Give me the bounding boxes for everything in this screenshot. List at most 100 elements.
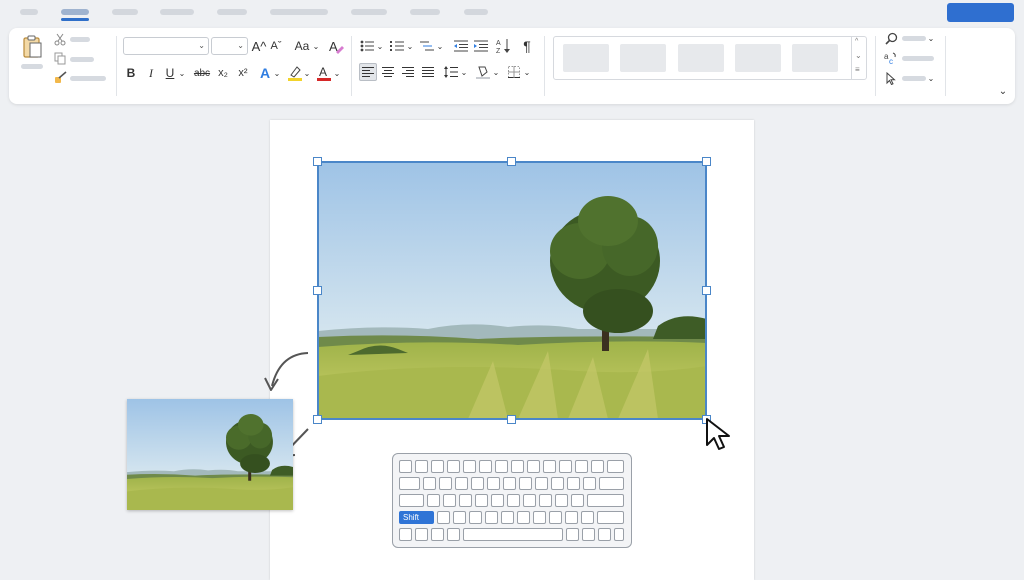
copy-icon[interactable] — [53, 51, 67, 65]
resize-handle-top-right[interactable] — [702, 157, 711, 166]
chevron-down-icon[interactable]: ⌄ — [855, 51, 862, 60]
chevron-down-icon[interactable]: ⌄ — [333, 64, 341, 82]
shrink-font-button[interactable]: Aˇ — [268, 37, 284, 55]
scissors-icon[interactable] — [53, 32, 67, 46]
gallery-more-icon[interactable]: ≡ — [855, 65, 860, 74]
superscript-button[interactable]: x² — [235, 64, 251, 82]
ribbon: ⌄ ⌄ A^ Aˇ Aa ⌄ A B I U ⌄ abc x₂ x² A ⌄ ⌄… — [9, 28, 1015, 104]
spacebar-key — [463, 528, 563, 541]
chevron-down-icon[interactable]: ⌄ — [178, 64, 186, 82]
font-size-combo[interactable]: ⌄ — [211, 37, 248, 55]
resize-handle-top[interactable] — [507, 157, 516, 166]
keyboard-key — [533, 511, 546, 524]
paintbrush-icon[interactable] — [53, 70, 67, 84]
chevron-down-icon[interactable]: ⌄ — [273, 64, 281, 82]
group-separator — [351, 36, 352, 96]
chevron-down-icon[interactable]: ⌄ — [927, 72, 935, 84]
keyboard-key — [423, 477, 436, 490]
keyboard-key — [455, 477, 468, 490]
chevron-up-icon[interactable]: ^ — [855, 38, 858, 45]
bullets-icon[interactable] — [359, 37, 375, 55]
tab-design[interactable] — [217, 9, 247, 15]
chevron-down-icon[interactable]: ⌄ — [997, 84, 1009, 98]
resize-handle-top-left[interactable] — [313, 157, 322, 166]
strikethrough-button[interactable]: abc — [192, 64, 212, 82]
italic-button[interactable]: I — [144, 64, 158, 82]
chevron-down-icon[interactable]: ⌄ — [312, 37, 320, 55]
change-case-button[interactable]: Aa — [292, 37, 312, 55]
keyboard-key — [549, 511, 562, 524]
tab-view[interactable] — [464, 9, 488, 15]
resize-handle-right[interactable] — [702, 286, 711, 295]
borders-icon[interactable] — [506, 63, 522, 81]
style-normal[interactable] — [563, 44, 609, 72]
chevron-down-icon[interactable]: ⌄ — [460, 63, 468, 81]
underline-button[interactable]: U — [163, 64, 177, 82]
chevron-down-icon[interactable]: ⌄ — [303, 64, 311, 82]
chevron-down-icon[interactable]: ⌄ — [492, 63, 500, 81]
chevron-down-icon[interactable]: ⌄ — [436, 37, 444, 55]
magnifier-icon[interactable] — [884, 31, 898, 45]
align-center-icon[interactable] — [380, 63, 396, 81]
keyboard-key — [479, 460, 492, 473]
keyboard-key — [583, 477, 596, 490]
svg-text:c: c — [889, 57, 893, 65]
share-button[interactable] — [947, 3, 1014, 22]
text-effects-button[interactable]: A — [257, 64, 273, 82]
chevron-down-icon[interactable]: ⌄ — [523, 63, 531, 81]
shading-icon[interactable] — [475, 63, 491, 81]
keyboard-key — [447, 460, 460, 473]
tab-layout[interactable] — [270, 9, 328, 15]
resize-handle-bottom-left[interactable] — [313, 415, 322, 424]
numbering-icon[interactable] — [389, 37, 405, 55]
decrease-indent-icon[interactable] — [453, 37, 469, 55]
style-title[interactable] — [792, 44, 838, 72]
keyboard-key — [485, 511, 498, 524]
keyboard-key — [495, 460, 508, 473]
selection-frame — [317, 161, 707, 420]
keyboard-key — [582, 528, 595, 541]
keyboard-key — [519, 477, 532, 490]
chevron-down-icon[interactable]: ⌄ — [927, 32, 935, 44]
line-spacing-icon[interactable] — [443, 63, 459, 81]
resize-handle-bottom[interactable] — [507, 415, 516, 424]
grow-font-button[interactable]: A^ — [251, 37, 267, 55]
highlighter-icon[interactable] — [287, 64, 303, 82]
style-heading-1[interactable] — [678, 44, 724, 72]
styles-gallery-scroll[interactable]: ^ ⌄ ≡ — [851, 37, 866, 79]
font-name-combo[interactable]: ⌄ — [123, 37, 209, 55]
show-formatting-button[interactable]: ¶ — [519, 37, 535, 55]
justify-icon[interactable] — [420, 63, 436, 81]
chevron-down-icon: ⌄ — [198, 41, 205, 50]
chevron-down-icon[interactable]: ⌄ — [406, 37, 414, 55]
align-right-icon[interactable] — [400, 63, 416, 81]
keyboard-key — [535, 477, 548, 490]
sort-icon[interactable]: AZ — [495, 36, 511, 56]
chevron-down-icon[interactable]: ⌄ — [376, 37, 384, 55]
keyboard-key — [598, 528, 611, 541]
tab-draw[interactable] — [160, 9, 194, 15]
align-left-icon[interactable] — [359, 63, 377, 81]
keyboard-key — [565, 511, 578, 524]
keyboard-key — [475, 494, 488, 507]
keyboard-key — [427, 494, 440, 507]
tab-review[interactable] — [410, 9, 440, 15]
resize-handle-left[interactable] — [313, 286, 322, 295]
tab-insert[interactable] — [112, 9, 138, 15]
chevron-down-icon: ⌄ — [237, 41, 244, 50]
replace-icon[interactable]: ac — [884, 51, 898, 65]
landscape-image-small — [127, 399, 293, 510]
multilevel-list-icon[interactable] — [419, 37, 435, 55]
increase-indent-icon[interactable] — [473, 37, 489, 55]
subscript-button[interactable]: x₂ — [215, 64, 231, 82]
cursor-icon[interactable] — [885, 71, 897, 85]
clear-formatting-icon[interactable]: A — [327, 37, 345, 55]
tab-file[interactable] — [20, 9, 38, 15]
style-heading-2[interactable] — [735, 44, 781, 72]
bold-button[interactable]: B — [124, 64, 138, 82]
tab-references[interactable] — [351, 9, 387, 15]
style-no-spacing[interactable] — [620, 44, 666, 72]
clipboard-icon[interactable] — [21, 34, 45, 60]
font-color-icon[interactable]: A — [316, 64, 332, 82]
tab-home[interactable] — [61, 9, 89, 15]
